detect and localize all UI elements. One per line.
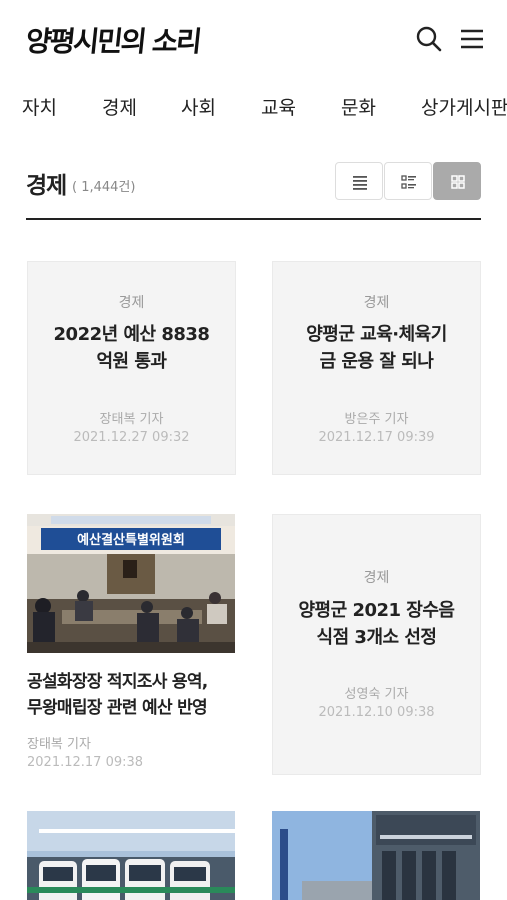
article-card[interactable]: 경제 양평군 2021 장수음 식점 3개소 선정 성영숙 기자 2021.12… <box>272 514 481 775</box>
hamburger-menu-icon <box>461 29 483 49</box>
article-author: 장태복 기자 <box>99 412 164 427</box>
article-card[interactable]: 경제 2022년 예산 8838 억원 통과 장태복 기자 2021.12.27… <box>27 261 236 475</box>
nav-item-education[interactable]: 교육 <box>261 93 296 120</box>
article-thumbnail[interactable] <box>272 811 480 900</box>
nav-item-store-board[interactable]: 상가게시판 <box>421 93 507 120</box>
article-date: 2021.12.17 09:38 <box>27 755 144 770</box>
section-header: 경제 ( 1,444건) <box>26 160 481 220</box>
nav-item-autonomy[interactable]: 자치 <box>22 93 57 120</box>
menu-button[interactable] <box>458 24 488 54</box>
article-title-line1: 공설화장장 적지조사 용역, <box>27 672 208 692</box>
search-icon <box>416 26 442 52</box>
article-title-line1: 양평군 2021 장수음 <box>298 600 456 621</box>
article-title-line2: 금 운용 잘 되나 <box>319 351 434 372</box>
article-date: 2021.12.27 09:32 <box>73 430 190 445</box>
photo-banner-text: 예산결산특별위원회 <box>77 532 185 548</box>
list-view-icon <box>353 176 367 190</box>
page-title: 경제 <box>26 173 67 199</box>
article-category: 경제 <box>363 295 390 311</box>
article-card[interactable]: 경제 양평군 교육·체육기 금 운용 잘 되나 방은주 기자 2021.12.1… <box>272 261 481 475</box>
article-thumbnail: 예산결산특별위원회 <box>27 514 235 653</box>
article-card-photo[interactable]: 예산결산특별위원회 공설화장장 적지조사 용역, 무왕매립장 관련 예산 반영 … <box>27 514 239 776</box>
article-title-line2: 억원 통과 <box>96 351 167 372</box>
nav-item-society[interactable]: 사회 <box>181 93 216 120</box>
nav-item-economy[interactable]: 경제 <box>102 93 137 120</box>
summary-view-button[interactable] <box>384 162 432 200</box>
article-author: 성영숙 기자 <box>344 687 409 702</box>
search-button[interactable] <box>414 24 444 54</box>
article-author: 장태복 기자 <box>27 737 91 752</box>
site-header: 양평시민의 소리 <box>0 0 507 78</box>
article-category: 경제 <box>118 295 145 311</box>
article-category: 경제 <box>363 570 390 586</box>
list-view-button[interactable] <box>335 162 383 200</box>
article-title-line1: 2022년 예산 8838 <box>53 324 210 345</box>
nav-item-culture[interactable]: 문화 <box>341 93 376 120</box>
grid-view-icon <box>451 175 465 189</box>
article-title-line2: 식점 3개소 선정 <box>316 627 437 648</box>
grid-view-button[interactable] <box>433 162 481 200</box>
article-count: ( 1,444건) <box>72 180 136 195</box>
site-logo[interactable]: 양평시민의 소리 <box>24 20 202 60</box>
article-author: 방은주 기자 <box>344 412 409 427</box>
article-title-line1: 양평군 교육·체육기 <box>306 324 447 345</box>
summary-view-icon <box>401 175 416 189</box>
article-title-line2: 무왕매립장 관련 예산 반영 <box>27 698 208 718</box>
article-thumbnail[interactable] <box>27 811 235 900</box>
article-date: 2021.12.10 09:38 <box>318 705 435 720</box>
category-nav: 자치 경제 사회 교육 문화 상가게시판 <box>0 78 507 134</box>
article-date: 2021.12.17 09:39 <box>318 430 435 445</box>
